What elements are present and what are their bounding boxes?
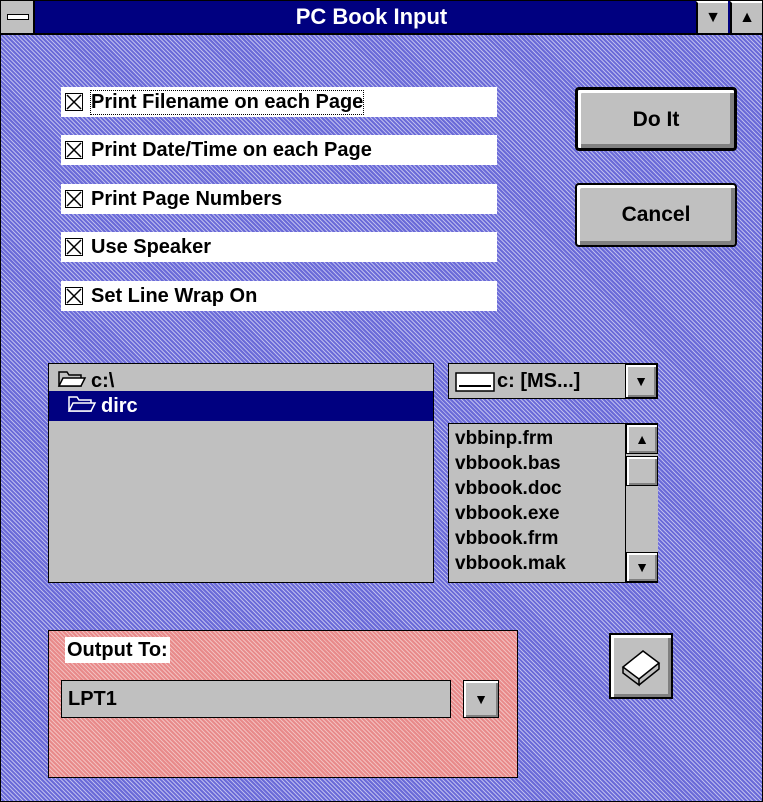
option-print-filename[interactable]: Print Filename on each Page: [61, 87, 497, 117]
scroll-thumb[interactable]: [626, 456, 658, 486]
drive-dropdown-button[interactable]: ▼: [625, 364, 657, 398]
checkbox-checked-icon[interactable]: [65, 141, 83, 159]
drive-combo[interactable]: c: [MS...] ▼: [448, 363, 658, 399]
directory-label: dirc: [101, 395, 138, 417]
maximize-icon: ▲: [739, 9, 755, 26]
option-print-page-numbers[interactable]: Print Page Numbers: [61, 184, 497, 214]
scroll-down-button[interactable]: ▼: [626, 552, 658, 582]
output-dropdown-button[interactable]: ▼: [463, 680, 499, 718]
file-item[interactable]: vbbinp.frm: [455, 426, 553, 451]
directory-label: c:\: [91, 370, 115, 392]
option-label: Use Speaker: [91, 235, 212, 258]
option-line-wrap[interactable]: Set Line Wrap On: [61, 281, 497, 311]
file-item[interactable]: vbbook.bas: [455, 451, 561, 476]
file-item[interactable]: vbbook.mak: [455, 551, 566, 576]
checkbox-checked-icon[interactable]: [65, 190, 83, 208]
option-label: Print Date/Time on each Page: [91, 138, 372, 161]
maximize-button[interactable]: ▲: [730, 1, 762, 33]
down-arrow-icon: ▼: [635, 559, 649, 575]
file-item[interactable]: vbbook.exe: [455, 501, 560, 526]
checkbox-checked-icon[interactable]: [65, 93, 83, 111]
file-list[interactable]: vbbinp.frm vbbook.bas vbbook.doc vbbook.…: [448, 423, 658, 583]
dropdown-arrow-icon: ▼: [634, 373, 648, 389]
file-item[interactable]: vbbook.frm: [455, 526, 558, 551]
main-window: PC Book Input ▼ ▲ Print Filename on each…: [0, 0, 763, 802]
drive-icon: [455, 370, 495, 399]
minimize-icon: ▼: [705, 9, 721, 26]
cancel-button[interactable]: Cancel: [575, 183, 737, 247]
checkbox-checked-icon[interactable]: [65, 287, 83, 305]
print-book-button[interactable]: [609, 633, 673, 699]
system-menu-button[interactable]: [1, 1, 35, 33]
drive-label: c: [MS...]: [497, 370, 581, 392]
window-title: PC Book Input: [295, 4, 448, 29]
do-it-button[interactable]: Do It: [575, 87, 737, 151]
output-combo[interactable]: LPT1: [61, 680, 451, 718]
file-item[interactable]: vbbook.doc: [455, 476, 562, 501]
up-arrow-icon: ▲: [635, 431, 649, 447]
option-use-speaker[interactable]: Use Speaker: [61, 232, 497, 262]
output-label: Output To:: [65, 637, 170, 663]
minimize-button[interactable]: ▼: [696, 1, 728, 33]
output-value: LPT1: [68, 688, 117, 710]
scroll-up-button[interactable]: ▲: [626, 424, 658, 454]
directory-item-selected[interactable]: dirc: [49, 391, 433, 421]
file-scrollbar[interactable]: ▲ ▼: [625, 424, 658, 582]
option-label: Print Filename on each Page: [89, 89, 365, 115]
directory-list[interactable]: c:\ dirc: [48, 363, 434, 583]
dropdown-arrow-icon: ▼: [474, 691, 488, 707]
open-folder-icon: [67, 392, 101, 422]
title-bar: PC Book Input ▼ ▲: [1, 1, 762, 35]
option-label: Print Page Numbers: [91, 187, 283, 210]
system-menu-icon: [7, 14, 29, 20]
book-icon: [619, 645, 663, 692]
checkbox-checked-icon[interactable]: [65, 238, 83, 256]
option-label: Set Line Wrap On: [91, 284, 258, 307]
option-print-datetime[interactable]: Print Date/Time on each Page: [61, 135, 497, 165]
